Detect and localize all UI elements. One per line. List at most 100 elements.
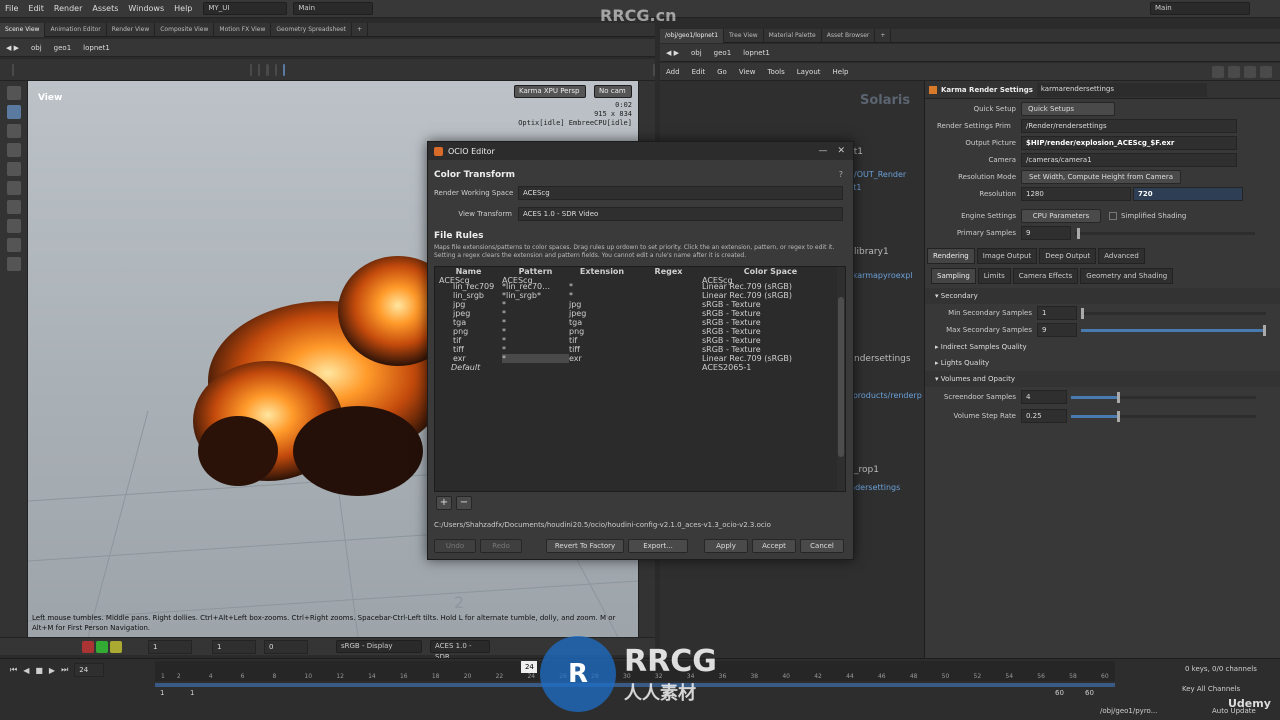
max-secondary-slider[interactable] [1081,324,1266,336]
node-label-5[interactable]: /karmapyroexpl [850,271,913,280]
tab-deep-output[interactable]: Deep Output [1039,248,1097,264]
rule-cell-pattern[interactable] [502,363,569,372]
rws-select[interactable]: ACEScg [518,186,843,200]
play-back-icon[interactable]: ◀ [23,666,29,675]
revert-button[interactable]: Revert To Factory [546,539,624,553]
rule-cell-regex[interactable] [635,336,702,345]
scale-tool-icon[interactable] [274,63,277,76]
net-menu-help[interactable]: Help [827,63,855,81]
net-menu-layout[interactable]: Layout [791,63,827,81]
lock-icon[interactable] [7,105,21,119]
rule-cell-cs[interactable]: sRGB - Texture [702,327,839,336]
rule-cell-ext[interactable]: * [569,282,635,291]
magnet-icon[interactable] [7,238,21,252]
tools-icon[interactable] [1212,65,1224,78]
engine-settings-menu[interactable]: CPU Parameters [1021,209,1101,223]
pose-icon[interactable] [7,181,21,195]
rule-cell-ext[interactable]: tga [569,318,635,327]
vt-select[interactable]: ACES 1.0 - SDR Video [518,207,843,221]
tab-rendering[interactable]: Rendering [927,248,975,264]
rule-row[interactable]: lin_srgb *lin_srgb* * Linear Rec.709 (sRGB) [435,291,839,300]
rule-cell-regex[interactable] [635,318,702,327]
red-channel-icon[interactable] [82,640,94,653]
tab-image-output[interactable]: Image Output [976,248,1038,264]
tab-advanced[interactable]: Advanced [1098,248,1145,264]
menu-assets[interactable]: Assets [87,0,123,18]
green-channel-icon[interactable] [96,640,108,653]
crumb-geo1-right[interactable]: geo1 [708,44,738,62]
close-icon[interactable]: ✕ [837,146,853,156]
rule-cell-ext[interactable]: tiff [569,345,635,354]
rule-cell-name[interactable]: tiff [435,345,502,354]
light-icon[interactable] [7,124,21,138]
tab-sampling[interactable]: Sampling [931,268,976,284]
settings-gear-icon[interactable] [652,63,655,76]
rule-cell-regex[interactable] [635,345,702,354]
step-rate-slider[interactable] [1071,410,1256,422]
rule-cell-pattern[interactable]: * [502,318,569,327]
start-frame[interactable]: 1 [160,689,164,697]
col-extension[interactable]: Extension [569,267,635,276]
node-label-6[interactable]: ndersettings [854,354,911,364]
rule-cell-pattern[interactable]: * [502,345,569,354]
tab-geometry-spreadsheet[interactable]: Geometry Spreadsheet [271,22,352,37]
stop-icon[interactable]: ■ [35,666,43,675]
rule-cell-pattern[interactable]: *lin_rec70… [502,282,569,291]
menu-file[interactable]: File [0,0,23,18]
exposure-field[interactable]: 1 [148,639,192,654]
view-tool-icon[interactable] [7,200,21,214]
rule-cell-cs[interactable]: ACES2065-1 [702,363,839,372]
resolution-width-field[interactable]: 1280 [1021,187,1131,201]
crumb-obj-right[interactable]: obj [685,44,708,62]
rule-row[interactable]: Default ACES2065-1 [435,363,839,372]
tab-network[interactable]: /obj/geo1/lopnet1 [660,28,725,43]
tab-motion-fx-view[interactable]: Motion FX View [214,22,272,37]
dialog-title-bar[interactable]: OCIO Editor — ✕ [428,142,853,160]
rule-cell-regex[interactable] [635,327,702,336]
net-menu-edit[interactable]: Edit [686,63,712,81]
rule-row[interactable]: tga * tga sRGB - Texture [435,318,839,327]
resolution-mode-menu[interactable]: Set Width, Compute Height from Camera [1021,170,1181,184]
max-secondary-field[interactable]: 9 [1037,323,1077,337]
rule-row[interactable]: jpg * jpg sRGB - Texture [435,300,839,309]
primary-samples-slider[interactable] [1075,227,1255,239]
rule-cell-pattern[interactable]: * [502,354,569,363]
help-icon[interactable] [1260,65,1272,78]
node-label-7[interactable]: /products/renderp [850,391,922,400]
brush-icon[interactable] [7,219,21,233]
add-tab-button-right[interactable]: + [875,28,892,43]
menu-render[interactable]: Render [49,0,87,18]
volumes-section[interactable]: ▾ Volumes and Opacity [925,371,1280,387]
undo-button[interactable]: Undo [434,539,476,553]
node-label-8[interactable]: _rop1 [854,465,879,475]
tab-composite-view[interactable]: Composite View [155,22,215,37]
rule-cell-name[interactable]: tga [435,318,502,327]
resolution-height-field[interactable]: 720 [1133,187,1243,201]
help-circle-icon[interactable]: ? [839,170,843,179]
accept-button[interactable]: Accept [752,539,796,553]
tab-material-palette[interactable]: Material Palette [764,28,822,43]
rule-cell-name[interactable]: tif [435,336,502,345]
node-label-4[interactable]: library1 [854,247,889,257]
rule-cell-cs[interactable]: sRGB - Texture [702,345,839,354]
rule-cell-cs[interactable]: sRGB - Texture [702,309,839,318]
snap-grid-icon[interactable] [7,257,21,271]
frame-cursor[interactable]: 24 [521,661,538,673]
net-menu-view[interactable]: View [733,63,762,81]
add-rule-button[interactable]: + [436,496,452,510]
tab-geometry-shading[interactable]: Geometry and Shading [1080,268,1174,284]
tab-animation-editor[interactable]: Animation Editor [45,22,107,37]
play-icon[interactable]: ▶ [49,666,55,675]
jump-start-icon[interactable]: ⏮ [10,665,17,675]
tab-scene-view[interactable]: Scene View [0,22,46,37]
rule-row[interactable]: jpeg * jpeg sRGB - Texture [435,309,839,318]
rotate-tool-icon[interactable] [266,63,269,76]
rule-cell-regex[interactable] [635,354,702,363]
remove-rule-button[interactable]: − [456,496,472,510]
info-icon[interactable] [1244,65,1256,78]
rule-cell-regex[interactable] [635,309,702,318]
crumb-geo1[interactable]: geo1 [48,39,78,57]
rule-cell-cs[interactable]: Linear Rec.709 (sRGB) [702,354,839,363]
step-rate-field[interactable]: 0.25 [1021,409,1067,423]
select-tool-icon[interactable] [250,63,253,76]
